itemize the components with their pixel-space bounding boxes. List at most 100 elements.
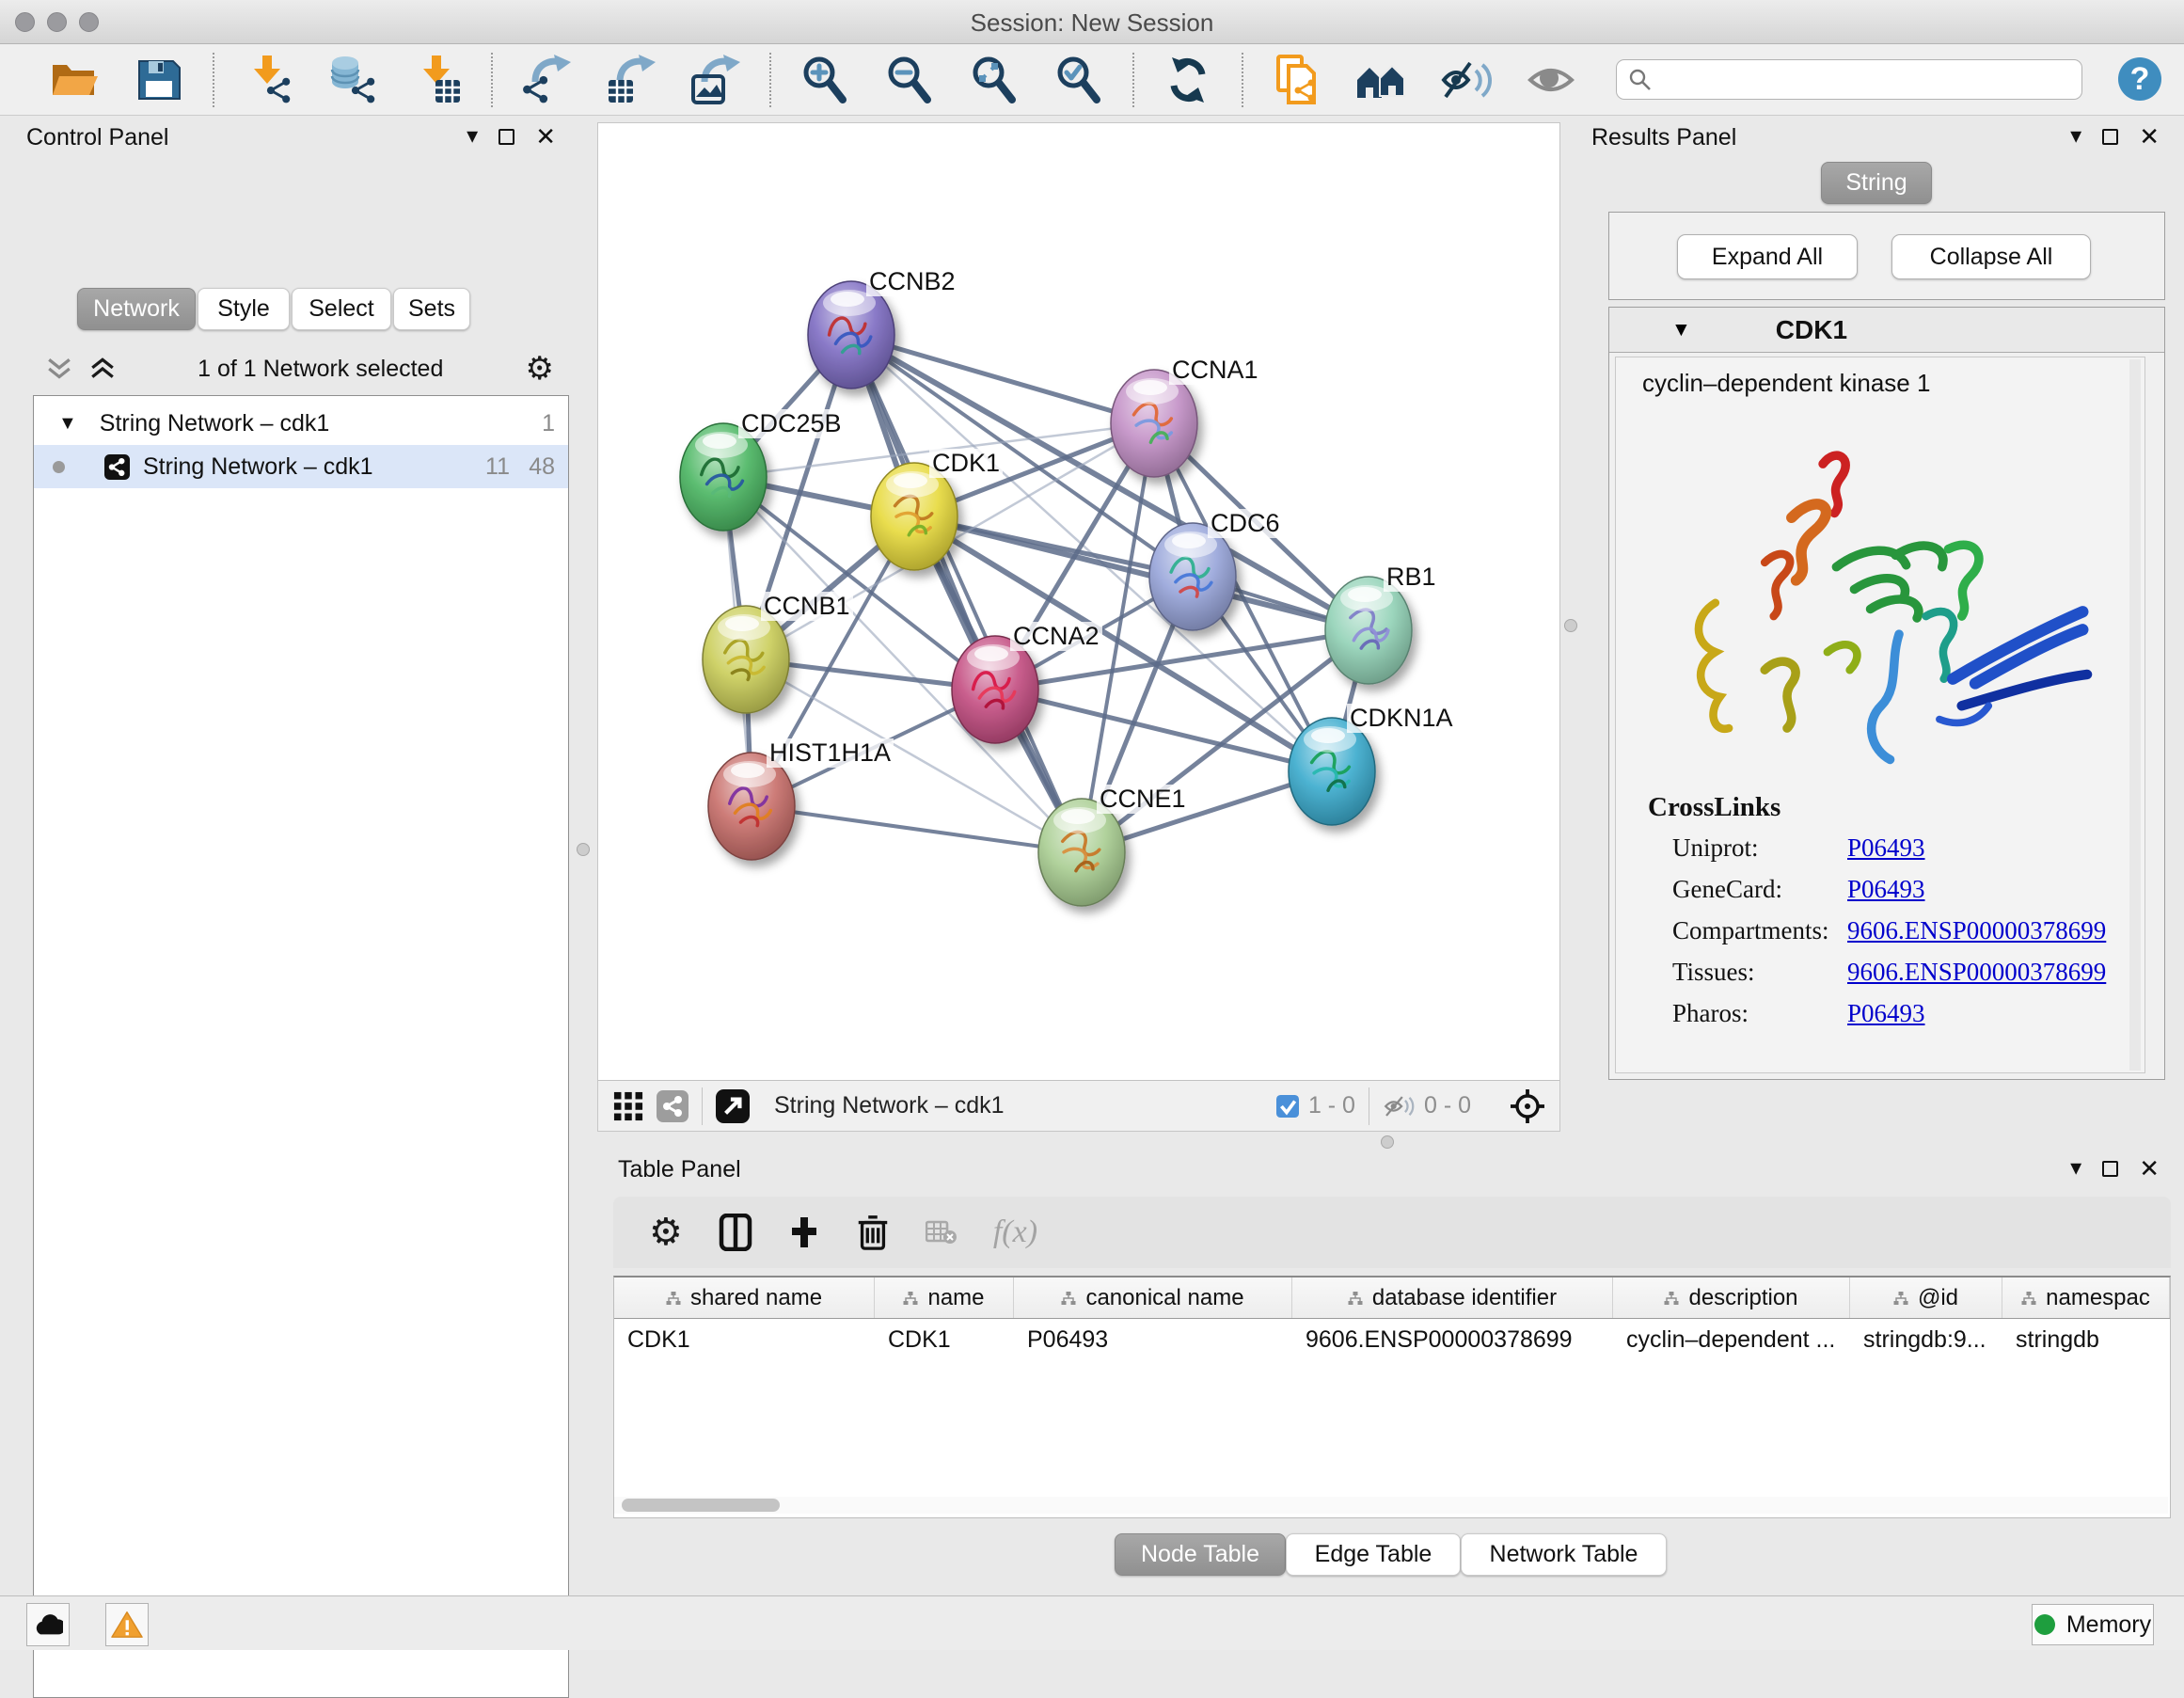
refresh-view-icon[interactable] — [1161, 53, 1215, 107]
table-row[interactable]: CDK1CDK1P064939606.ENSP00000378699cyclin… — [614, 1319, 2170, 1361]
zoom-out-icon[interactable] — [882, 53, 937, 107]
network-node-CCNE1[interactable] — [1038, 799, 1125, 906]
network-row-selected[interactable]: String Network – cdk1 11 48 — [34, 445, 568, 488]
expand-all-tree-icon[interactable] — [89, 356, 116, 382]
column-header-canonical-name[interactable]: canonical name — [1014, 1277, 1292, 1318]
column-header-description[interactable]: description — [1613, 1277, 1850, 1318]
network-options-gear-icon[interactable]: ⚙ — [526, 350, 554, 388]
collapse-all-button[interactable]: Collapse All — [1891, 234, 2091, 279]
column-header-@id[interactable]: @id — [1850, 1277, 2002, 1318]
scrollbar-thumb[interactable] — [622, 1499, 780, 1512]
network-collection-row[interactable]: ▼ String Network – cdk1 1 — [34, 402, 568, 445]
delete-column-trash-icon[interactable] — [856, 1214, 890, 1251]
grid-view-icon[interactable] — [613, 1091, 643, 1121]
tab-style[interactable]: Style — [198, 288, 290, 330]
current-network-dot-icon — [53, 461, 65, 473]
network-node-CCNA1[interactable] — [1111, 370, 1197, 477]
export-image-icon[interactable] — [688, 53, 743, 107]
collapse-all-tree-icon[interactable] — [46, 356, 72, 382]
crosslink-value-link[interactable]: 9606.ENSP00000378699 — [1847, 958, 2106, 987]
network-node-RB1[interactable] — [1325, 577, 1412, 684]
memory-label: Memory — [2066, 1611, 2151, 1639]
control-panel-maximize-icon[interactable] — [499, 129, 514, 145]
column-header-name[interactable]: name — [875, 1277, 1014, 1318]
zoom-fit-content-icon[interactable] — [967, 53, 1021, 107]
cloud-button[interactable] — [26, 1603, 70, 1646]
detach-view-icon[interactable] — [716, 1089, 750, 1123]
column-header-shared-name[interactable]: shared name — [614, 1277, 875, 1318]
help-icon[interactable]: ? — [2118, 57, 2161, 101]
zoom-in-icon[interactable] — [798, 53, 852, 107]
results-panel-close-icon[interactable]: ✕ — [2139, 124, 2160, 149]
results-panel-maximize-icon[interactable] — [2102, 129, 2118, 145]
edge-CCNE1-HIST1H1A[interactable] — [752, 806, 1082, 852]
table-panel-close-icon[interactable]: ✕ — [2139, 1156, 2160, 1181]
network-canvas[interactable]: CCNB2CCNA1CDC25BCDK1CDC6RB1CCNB1CCNA2CDK… — [597, 122, 1560, 1132]
fit-crosshair-icon[interactable] — [1509, 1087, 1546, 1125]
table-cell: stringdb:9... — [1850, 1326, 2002, 1354]
tab-network[interactable]: Network — [77, 288, 196, 330]
network-node-HIST1H1A[interactable] — [708, 753, 795, 860]
left-splitter-handle[interactable] — [577, 843, 590, 856]
network-node-CCNB2[interactable] — [808, 281, 894, 389]
network-node-CDC6[interactable] — [1149, 523, 1236, 630]
search-input[interactable] — [1616, 59, 2082, 100]
add-column-icon[interactable] — [788, 1215, 820, 1249]
collection-expander-icon[interactable]: ▼ — [58, 413, 77, 435]
tab-sets[interactable]: Sets — [393, 288, 470, 330]
gene-expander-icon[interactable]: ▼ — [1671, 319, 1691, 341]
string-home-icon[interactable] — [1354, 53, 1409, 107]
open-session-icon[interactable] — [47, 53, 102, 107]
network-node-CDC25B[interactable] — [680, 423, 767, 531]
export-table-icon[interactable] — [604, 53, 658, 107]
selected-nodes-checkbox-icon[interactable] — [1276, 1095, 1299, 1118]
tab-edge-table[interactable]: Edge Table — [1286, 1533, 1461, 1576]
network-node-CDK1[interactable] — [871, 463, 957, 570]
table-gear-icon[interactable]: ⚙ — [649, 1211, 683, 1254]
table-panel-float-icon[interactable]: ▾ — [2070, 1157, 2081, 1180]
tab-select[interactable]: Select — [292, 288, 391, 330]
memory-button[interactable]: Memory — [2032, 1604, 2154, 1645]
expand-all-button[interactable]: Expand All — [1677, 234, 1858, 279]
tab-string[interactable]: String — [1821, 162, 1932, 204]
column-header-namespac[interactable]: namespac — [2002, 1277, 2170, 1318]
show-eye-icon[interactable] — [1524, 53, 1578, 107]
node-label-CCNA1: CCNA1 — [1169, 356, 1261, 385]
toolbar-separator — [491, 53, 493, 107]
zoom-selected-icon[interactable] — [1052, 53, 1106, 107]
import-network-database-icon[interactable] — [325, 53, 380, 107]
tab-node-table[interactable]: Node Table — [1115, 1533, 1286, 1576]
crosslink-value-link[interactable]: P06493 — [1847, 875, 1925, 904]
clone-network-icon[interactable] — [1270, 53, 1324, 107]
results-scrollbar[interactable] — [2129, 359, 2141, 1071]
export-network-icon[interactable] — [519, 53, 574, 107]
show-columns-icon[interactable] — [719, 1214, 752, 1251]
crosslink-value-link[interactable]: 9606.ENSP00000378699 — [1847, 916, 2106, 945]
node-label-HIST1H1A: HIST1H1A — [767, 738, 894, 768]
edge-CDK1-RB1[interactable] — [914, 516, 1369, 630]
hide-panels-icon[interactable] — [1439, 53, 1494, 107]
edge-CCNB2-CCNE1[interactable] — [851, 335, 1082, 852]
table-horizontal-scrollbar[interactable] — [614, 1497, 2168, 1514]
edge-CCNB2-CCNA1[interactable] — [851, 335, 1154, 423]
network-node-CCNB1[interactable] — [703, 606, 789, 713]
table-panel-maximize-icon[interactable] — [2102, 1161, 2118, 1177]
results-panel-float-icon[interactable]: ▾ — [2070, 125, 2081, 148]
warnings-button[interactable] — [105, 1603, 149, 1646]
hidden-eye-slash-icon[interactable] — [1383, 1094, 1415, 1119]
column-header-database-identifier[interactable]: database identifier — [1292, 1277, 1613, 1318]
bottom-splitter-handle[interactable] — [1381, 1135, 1394, 1149]
crosslink-value-link[interactable]: P06493 — [1847, 833, 1925, 863]
control-panel-float-icon[interactable]: ▾ — [467, 125, 478, 148]
network-node-CCNA2[interactable] — [952, 636, 1038, 743]
tab-network-table[interactable]: Network Table — [1461, 1533, 1667, 1576]
network-view-share-icon[interactable] — [657, 1090, 688, 1122]
network-node-CDKN1A[interactable] — [1289, 718, 1375, 825]
save-session-icon[interactable] — [132, 53, 186, 107]
control-panel-title: Control Panel — [26, 124, 168, 151]
control-panel-close-icon[interactable]: ✕ — [535, 124, 556, 149]
network-graph[interactable] — [598, 123, 1559, 1079]
crosslink-value-link[interactable]: P06493 — [1847, 999, 1925, 1028]
import-network-file-icon[interactable] — [241, 53, 295, 107]
import-table-icon[interactable] — [410, 53, 465, 107]
